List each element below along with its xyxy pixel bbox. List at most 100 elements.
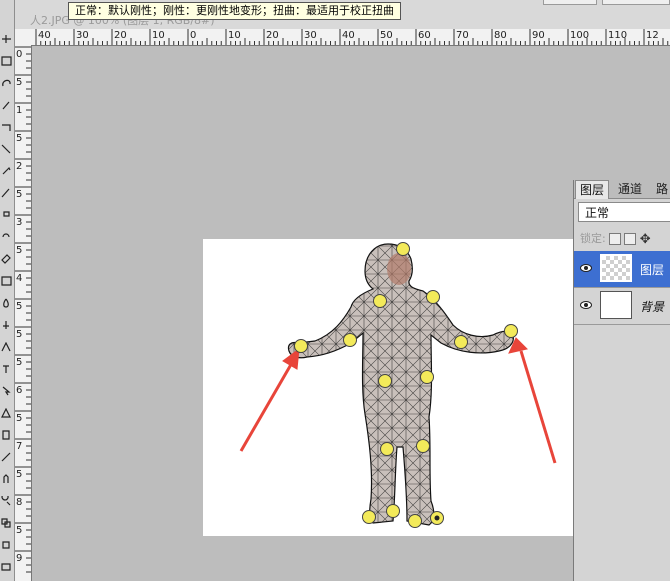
ruler-label: 5 [16,133,23,144]
magic-wand-tool-icon[interactable] [1,100,12,110]
notes-tool-icon[interactable] [1,430,12,440]
ruler-label: 5 [16,357,23,368]
ruler-label: 4 [16,273,23,284]
puppet-pin[interactable] [386,504,400,518]
ruler-label: 20 [266,30,279,41]
ruler-label: 5 [16,77,23,88]
puppet-pin[interactable] [294,339,308,353]
puppet-pin[interactable] [420,370,434,384]
lock-transparency-icon[interactable] [608,233,621,245]
zoom-tool-icon[interactable] [1,496,12,506]
ruler-label: 30 [304,30,317,41]
tab-channels[interactable]: 通道 [614,180,646,198]
ruler-label: 3 [16,217,23,228]
ruler-label: 5 [16,413,23,424]
tools-panel [0,0,15,581]
puppet-pin[interactable] [378,374,392,388]
ruler-label: 5 [16,469,23,480]
path-select-tool-icon[interactable] [1,386,12,396]
eraser-tool-icon[interactable] [1,254,12,264]
ruler-label: 5 [16,189,23,200]
selected-pin-marker [434,515,440,521]
puppet-pin[interactable] [362,510,376,524]
ruler-label: 9 [16,553,23,564]
window-control-button[interactable] [543,0,597,5]
puppet-pin[interactable] [396,242,410,256]
ruler-label: 30 [76,30,89,41]
layers-panel: 图层 通道 路 正常 锁定: ✥ 图层 背景 [573,180,670,581]
ruler-label: 40 [38,30,51,41]
history-tool-icon[interactable] [1,232,12,242]
vertical-ruler[interactable]: 0 5 1 5 2 5 3 5 4 5 5 5 6 5 7 5 8 5 9 [14,45,32,581]
ruler-label: 5 [16,245,23,256]
screen-mode-tool-icon[interactable] [1,562,12,572]
lock-row: 锁定: ✥ [580,230,651,247]
face [387,253,411,285]
move-tool-icon[interactable] [1,34,12,44]
puppet-warp-figure[interactable] [203,239,573,536]
ruler-label: 5 [16,301,23,312]
tab-paths[interactable]: 路 [652,180,670,198]
layer-thumbnail [600,291,632,319]
eye-icon[interactable] [580,263,592,273]
fg-bg-tool-icon[interactable] [1,518,12,528]
ruler-label: 8 [16,497,23,508]
ruler-label: 40 [342,30,355,41]
layer-thumbnail [600,254,632,282]
slice-tool-icon[interactable] [1,144,12,154]
puppet-pin[interactable] [343,333,357,347]
gradient-tool-icon[interactable] [1,276,12,286]
ruler-label: 0 [16,49,23,60]
eyedropper-tool-icon[interactable] [1,452,12,462]
window-control-button[interactable] [602,0,670,5]
blur-tool-icon[interactable] [1,298,12,308]
pen-tool-icon[interactable] [1,342,12,352]
ruler-label: 80 [494,30,507,41]
blend-mode-select[interactable]: 正常 [578,202,670,222]
ruler-label: 2 [16,161,23,172]
layer-row-layer1[interactable]: 图层 [574,251,670,288]
ruler-label: 20 [114,30,127,41]
mode-tooltip: 正常：默认刚性；刚性：更刚性地变形；扭曲：最适用于校正扭曲 [68,2,401,20]
ruler-label: 10 [152,30,165,41]
layer-name[interactable]: 图层 [640,261,664,278]
ruler-label: 5 [16,329,23,340]
puppet-pin[interactable] [454,335,468,349]
brush-tool-icon[interactable] [1,188,12,198]
ruler-label: 0 [190,30,197,41]
lock-pixels-icon[interactable] [623,233,636,245]
dodge-tool-icon[interactable] [1,320,12,330]
layer-name[interactable]: 背景 [640,298,664,315]
ruler-label: 7 [16,441,23,452]
type-tool-icon[interactable] [1,364,12,374]
ruler-label: 10 [228,30,241,41]
person-photo [287,243,514,526]
ruler-label: 60 [418,30,431,41]
puppet-pin[interactable] [373,294,387,308]
ruler-label: 5 [16,525,23,536]
stamp-tool-icon[interactable] [1,210,12,220]
puppet-pin[interactable] [416,439,430,453]
healing-tool-icon[interactable] [1,166,12,176]
shape-tool-icon[interactable] [1,408,12,418]
puppet-pin[interactable] [408,514,422,528]
ruler-label: 100 [570,30,590,41]
puppet-pin[interactable] [504,324,518,338]
ruler-label: 70 [456,30,469,41]
hand-tool-icon[interactable] [1,474,12,484]
lasso-tool-icon[interactable] [1,78,12,88]
puppet-pin[interactable] [426,290,440,304]
layer-row-background[interactable]: 背景 [574,288,670,325]
ruler-label: 110 [608,30,628,41]
tab-layers[interactable]: 图层 [575,180,610,199]
quickmask-tool-icon[interactable] [1,540,12,550]
puppet-pin[interactable] [380,442,394,456]
ruler-label: 6 [16,385,23,396]
ruler-label: 90 [532,30,545,41]
marquee-tool-icon[interactable] [1,56,12,66]
eye-icon[interactable] [580,300,592,310]
horizontal-ruler[interactable]: 40 30 20 10 0 10 20 30 40 50 60 70 80 90 100 110 12 [14,29,670,46]
crop-tool-icon[interactable] [1,122,12,132]
lock-position-icon[interactable]: ✥ [640,232,651,247]
panel-tab-bar: 图层 通道 路 [574,180,670,199]
